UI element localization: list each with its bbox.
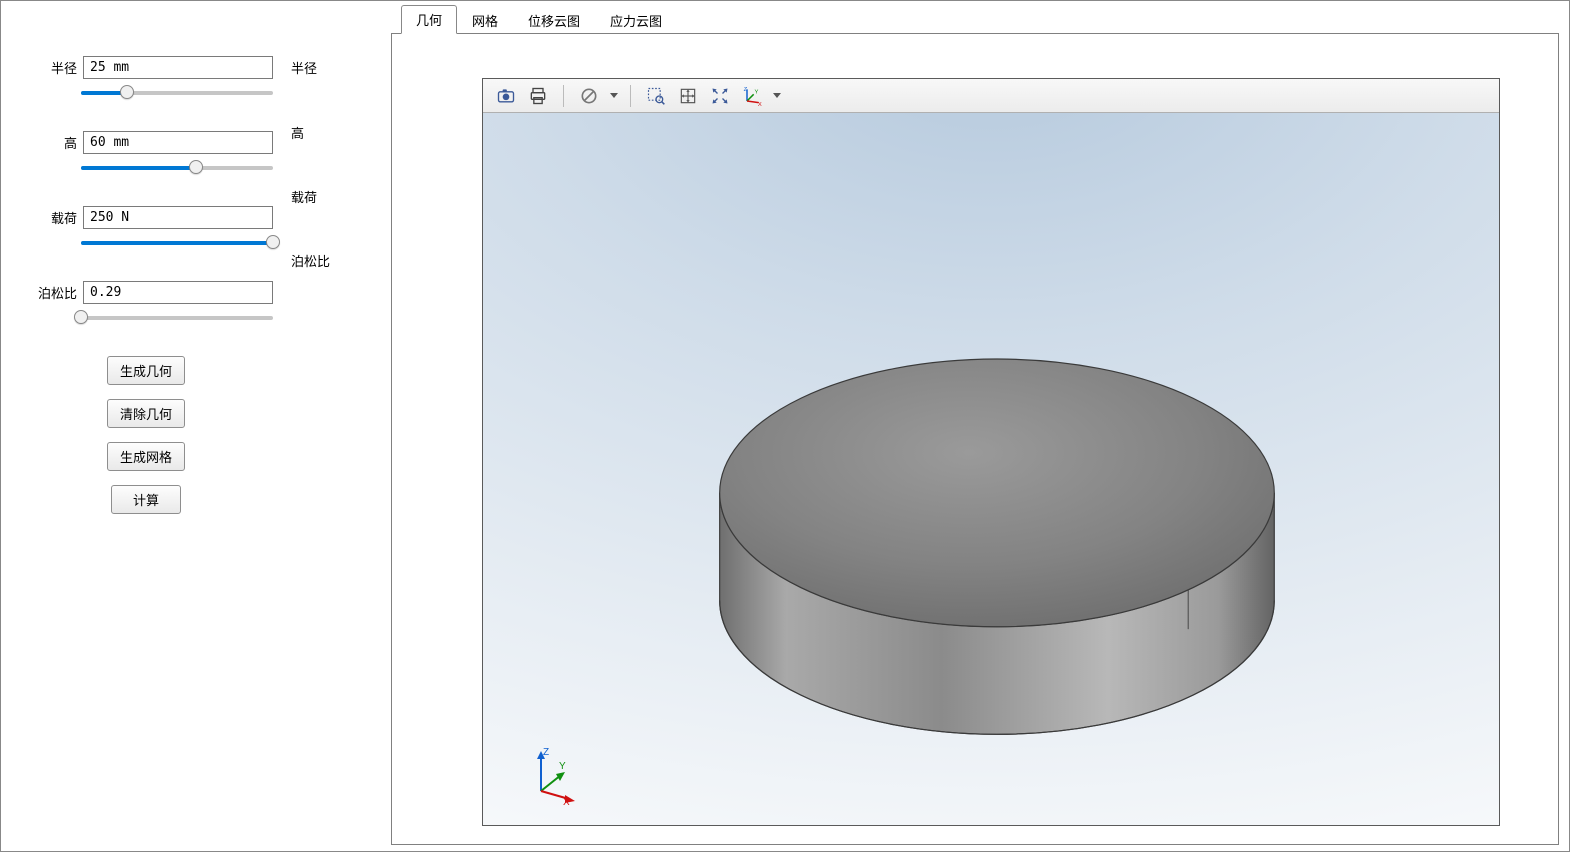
poisson-readout-label: 泊松比 [291, 251, 391, 315]
clear-geometry-button[interactable]: 清除几何 [107, 399, 185, 428]
parameter-panel: 半径 高 载荷 泊松比 [1, 1, 291, 851]
parameter-readout-panel: 半径 高 载荷 泊松比 [291, 1, 391, 851]
print-icon[interactable] [525, 83, 551, 109]
radius-slider[interactable] [81, 83, 273, 103]
viewport-toolbar: Z Y X [483, 79, 1499, 113]
pan-icon[interactable] [675, 83, 701, 109]
load-readout-label: 载荷 [291, 187, 391, 251]
svg-text:Y: Y [755, 89, 759, 95]
poisson-label: 泊松比 [19, 283, 83, 302]
height-input[interactable] [83, 131, 273, 154]
triad-x-label: X [563, 797, 570, 805]
tab-geometry[interactable]: 几何 [401, 5, 457, 34]
radius-label: 半径 [19, 58, 83, 77]
orientation-triad: Z Y X [523, 745, 583, 805]
poisson-input[interactable] [83, 281, 273, 304]
disable-icon[interactable] [576, 83, 602, 109]
load-input[interactable] [83, 206, 273, 229]
height-readout-label: 高 [291, 123, 391, 187]
viewport-outer: Z Y X [482, 78, 1500, 826]
poisson-slider[interactable] [81, 308, 273, 328]
main-view-panel: 几何 网格 位移云图 应力云图 [391, 1, 1569, 851]
chevron-down-icon[interactable] [773, 93, 781, 98]
zoom-box-icon[interactable] [643, 83, 669, 109]
radius-input[interactable] [83, 56, 273, 79]
radius-readout-label: 半径 [291, 58, 391, 123]
fit-view-icon[interactable] [707, 83, 733, 109]
load-label: 载荷 [19, 208, 83, 227]
generate-geometry-button[interactable]: 生成几何 [107, 356, 185, 385]
geometry-cylinder [483, 113, 1499, 825]
svg-text:X: X [758, 102, 762, 106]
triad-z-label: Z [543, 747, 549, 758]
view-frame: Z Y X [391, 33, 1559, 845]
svg-text:Z: Z [744, 87, 748, 93]
view-tabs: 几何 网格 位移云图 应力云图 [391, 7, 1563, 33]
load-slider[interactable] [81, 233, 273, 253]
tab-displacement[interactable]: 位移云图 [513, 6, 595, 34]
tab-stress[interactable]: 应力云图 [595, 6, 677, 34]
chevron-down-icon[interactable] [610, 93, 618, 98]
tab-mesh[interactable]: 网格 [457, 6, 513, 34]
axes-icon[interactable]: Z Y X [739, 83, 765, 109]
camera-icon[interactable] [493, 83, 519, 109]
height-label: 高 [19, 133, 83, 152]
triad-y-label: Y [559, 761, 566, 772]
height-slider[interactable] [81, 158, 273, 178]
compute-button[interactable]: 计算 [111, 485, 181, 514]
viewport-3d[interactable]: Z Y X [483, 113, 1499, 825]
generate-mesh-button[interactable]: 生成网格 [107, 442, 185, 471]
